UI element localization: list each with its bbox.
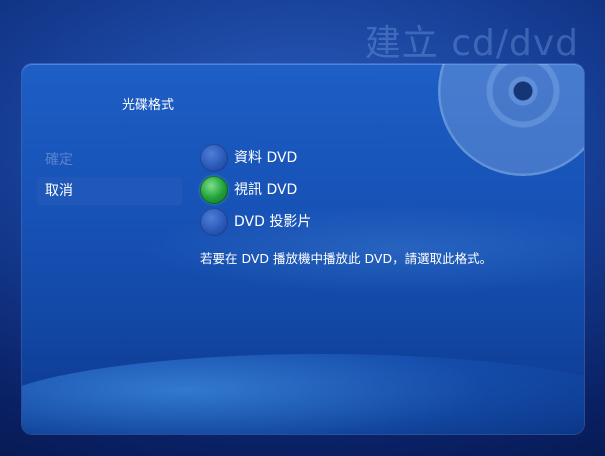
page-title: 光碟格式 bbox=[122, 98, 175, 113]
disc-icon bbox=[438, 64, 584, 176]
action-menu: 確定 取消 bbox=[37, 146, 182, 208]
media-center-screen: 建立 cd/dvd 光碟格式 確定 取消 資料 DVD 視訊 DVD DVD 投… bbox=[0, 0, 605, 456]
radio-button-selected-icon[interactable] bbox=[200, 176, 228, 204]
ok-button[interactable]: 確定 bbox=[37, 146, 182, 174]
radio-button-icon[interactable] bbox=[200, 208, 228, 236]
option-label: 資料 DVD bbox=[234, 150, 298, 166]
background-glow bbox=[22, 354, 584, 434]
window-title: 建立 cd/dvd bbox=[364, 23, 579, 64]
radio-button-icon[interactable] bbox=[200, 144, 228, 172]
option-label: DVD 投影片 bbox=[234, 214, 312, 230]
cancel-button[interactable]: 取消 bbox=[37, 177, 182, 205]
format-description: 若要在 DVD 播放機中播放此 DVD，請選取此格式。 bbox=[200, 251, 493, 266]
disc-format-panel: 光碟格式 確定 取消 資料 DVD 視訊 DVD DVD 投影片 若要在 DVD… bbox=[22, 64, 584, 434]
option-label: 視訊 DVD bbox=[234, 182, 298, 198]
